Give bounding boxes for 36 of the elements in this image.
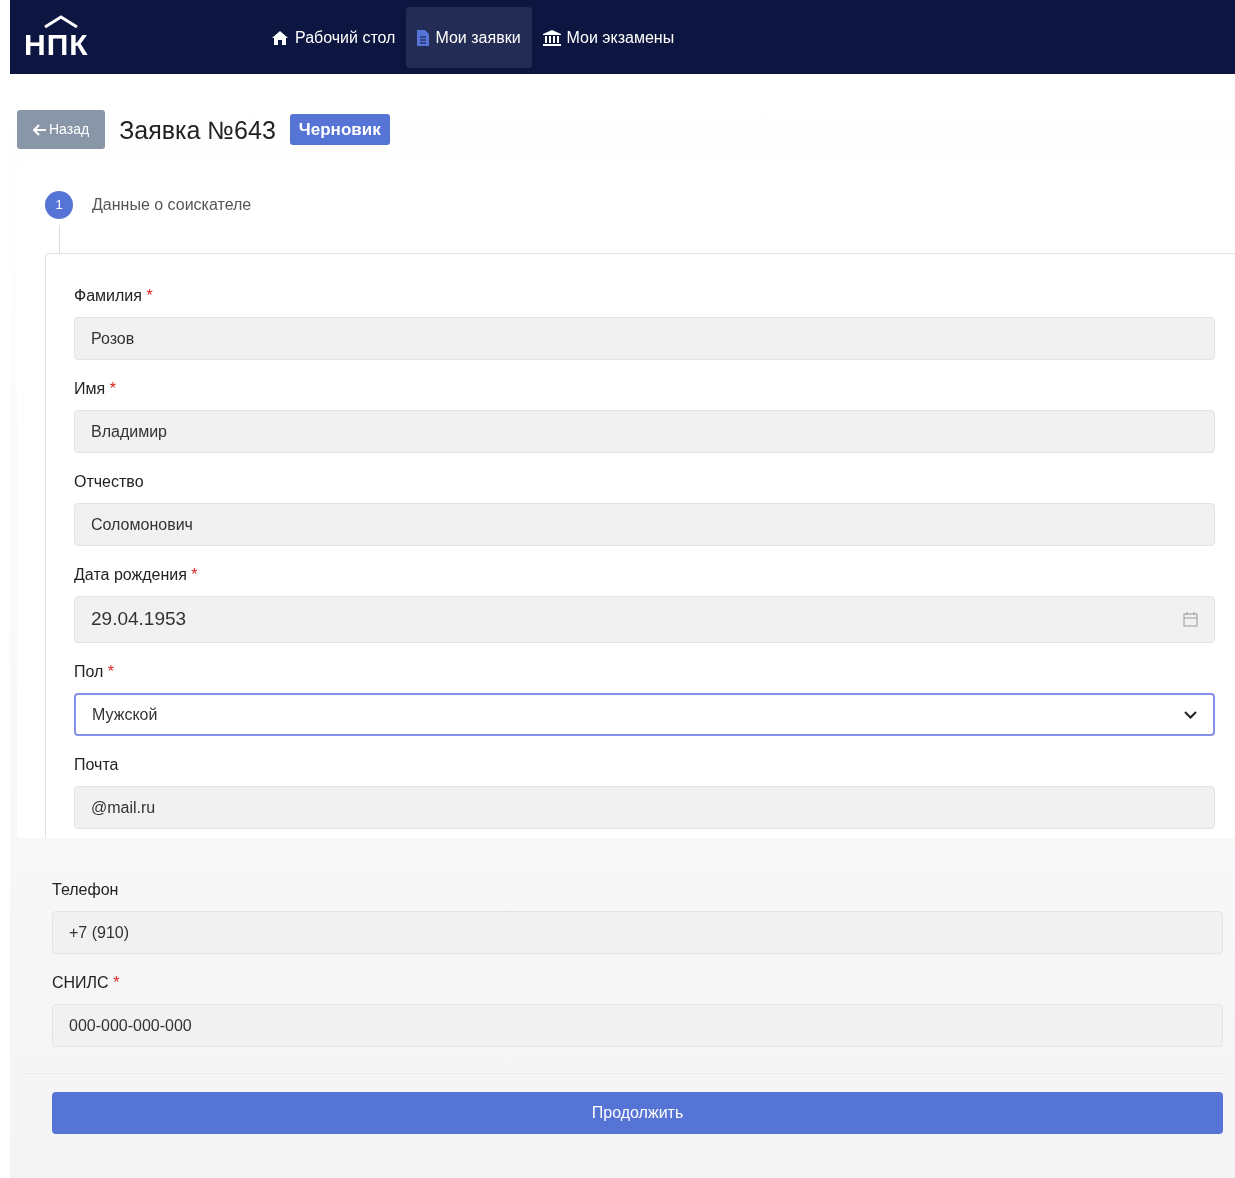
- nav-link[interactable]: Мои экзамены: [531, 7, 686, 68]
- input-field[interactable]: @mail.ru: [74, 786, 1215, 829]
- logo: НПК: [24, 13, 89, 61]
- input-field[interactable]: Владимир: [74, 410, 1215, 453]
- continue-button[interactable]: Продолжить: [52, 1092, 1223, 1134]
- field-label: СНИЛС *: [52, 973, 121, 993]
- input-field[interactable]: +7 (910): [52, 911, 1223, 954]
- step-number: 1: [45, 191, 73, 219]
- step-title: Данные о соискателе: [92, 195, 252, 215]
- field-label: Отчество: [74, 472, 145, 492]
- required-mark: *: [107, 663, 115, 680]
- date-field[interactable]: 29.04.1953: [74, 596, 1215, 643]
- nav-link[interactable]: Мои заявки: [406, 7, 532, 68]
- required-mark: *: [146, 287, 153, 304]
- field-label: Пол *: [74, 662, 116, 682]
- nav-link[interactable]: Рабочий стол: [260, 7, 407, 68]
- field-label: Фамилия *: [74, 286, 154, 306]
- field-label: Почта: [74, 755, 120, 775]
- select-field[interactable]: Мужской: [74, 693, 1215, 736]
- input-field[interactable]: 000-000-000-000: [52, 1004, 1223, 1047]
- required-mark: *: [191, 566, 198, 583]
- calendar-icon[interactable]: [1183, 612, 1198, 627]
- field-label: Имя *: [74, 379, 117, 399]
- input-field[interactable]: Соломонович: [74, 503, 1215, 546]
- field-label: Телефон: [52, 880, 120, 900]
- chevron-down-icon: [1184, 710, 1197, 719]
- house-icon: [271, 29, 289, 46]
- input-field[interactable]: Розов: [74, 317, 1215, 360]
- status-badge: Черновик: [289, 113, 390, 146]
- required-mark: *: [113, 974, 120, 991]
- page-title: Заявка №643: [119, 114, 276, 145]
- field-label: Дата рождения *: [74, 565, 199, 585]
- document-icon: [417, 29, 430, 46]
- bank-icon: [542, 29, 561, 46]
- required-mark: *: [109, 380, 116, 397]
- arrow-left-icon: [33, 123, 46, 136]
